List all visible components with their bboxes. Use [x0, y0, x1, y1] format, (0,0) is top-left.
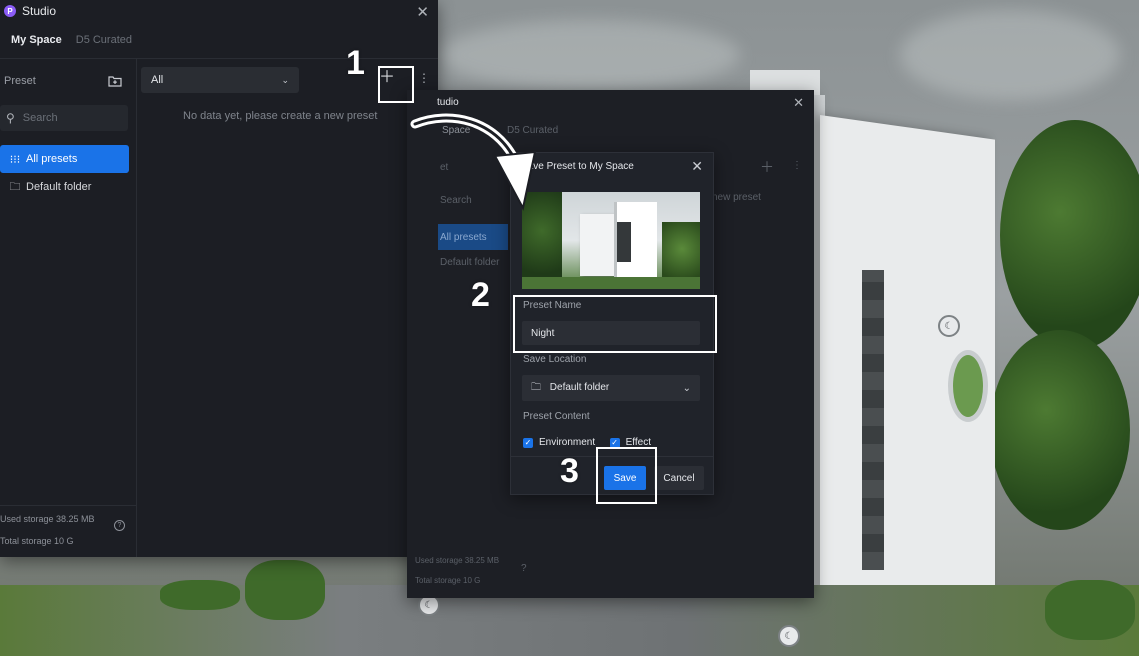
- annotation-number-2: 2: [471, 276, 490, 314]
- save-location-label: Save Location: [523, 354, 587, 365]
- chevron-down-icon: ⌄: [682, 382, 691, 394]
- annotation-number-3: 3: [560, 452, 579, 490]
- light-marker-icon[interactable]: ☾: [778, 625, 800, 647]
- search-input[interactable]: ⚲ Search: [0, 105, 128, 131]
- preset-sidebar: Preset ⚲ Search ⁝⁝⁝ All presets 🗀 Defaul…: [0, 58, 137, 557]
- sidebar-item-label: All presets: [440, 232, 487, 243]
- light-marker-icon[interactable]: ☾: [938, 315, 960, 337]
- checkbox-label: Environment: [539, 437, 596, 448]
- filter-value: All: [151, 74, 164, 86]
- empty-state-message: new preset: [712, 192, 761, 203]
- sidebar-item-all-presets[interactable]: ⁝⁝⁝ All presets: [0, 145, 129, 173]
- close-icon[interactable]: ✕: [691, 158, 703, 175]
- new-folder-icon[interactable]: [108, 75, 122, 87]
- annotation-box-2: [513, 295, 717, 353]
- grid-icon: ⁝⁝⁝: [9, 153, 21, 166]
- app-logo-icon: P: [4, 5, 16, 17]
- porthole-window: [948, 350, 988, 422]
- preset-content-label: Preset Content: [523, 411, 590, 422]
- cancel-button[interactable]: Cancel: [654, 466, 704, 490]
- storage-used: Used storage 38.25 MB: [0, 514, 95, 524]
- preset-section-title: Preset: [4, 74, 36, 87]
- annotation-box-3: [596, 447, 657, 504]
- sidebar-item-label: All presets: [26, 153, 78, 165]
- annotation-box-1: [378, 66, 414, 103]
- preset-content: All ⌄ ＋ ⋮ No data yet, please create a n…: [136, 58, 438, 557]
- close-icon[interactable]: ✕: [793, 95, 804, 111]
- sidebar-item-label: Default folder: [440, 257, 500, 268]
- storage-info: Used storage 38.25 MB Total storage 10 G…: [0, 505, 136, 557]
- folder-icon: 🗀: [9, 180, 21, 193]
- more-options-icon[interactable]: ⋮: [418, 72, 430, 84]
- studio-titlebar: P Studio ✕: [0, 0, 438, 22]
- empty-state-message: No data yet, please create a new preset: [183, 110, 378, 122]
- studio-title: tudio: [437, 97, 459, 108]
- sidebar-item-label: Default folder: [26, 181, 92, 193]
- tab-my-space[interactable]: My Space: [11, 34, 62, 46]
- studio-title: Studio: [22, 4, 57, 18]
- search-placeholder: Search: [22, 112, 58, 124]
- checkmark-icon: ✓: [523, 437, 533, 448]
- chevron-down-icon: ⌄: [281, 74, 289, 85]
- save-location-select[interactable]: 🗀 Default folder ⌄: [522, 375, 700, 401]
- storage-used: Used storage 38.25 MB: [415, 556, 500, 565]
- curved-arrow-icon: [410, 113, 537, 211]
- folder-icon: 🗀: [531, 381, 541, 393]
- add-preset-button[interactable]: ＋: [760, 157, 774, 177]
- storage-total: Total storage 10 G: [0, 536, 74, 546]
- storage-total: Total storage 10 G: [415, 576, 481, 585]
- more-options-icon[interactable]: ⋮: [792, 160, 802, 171]
- close-icon[interactable]: ✕: [416, 3, 429, 21]
- studio-panel: P Studio ✕ My Space D5 Curated Preset ⚲ …: [0, 0, 438, 557]
- save-location-value: Default folder: [549, 381, 610, 393]
- environment-checkbox[interactable]: ✓ Environment: [523, 437, 595, 448]
- search-icon: ⚲: [6, 111, 15, 125]
- filter-dropdown[interactable]: All ⌄: [141, 67, 299, 93]
- studio-tabs: My Space D5 Curated: [0, 22, 438, 59]
- sidebar-item-default-folder[interactable]: 🗀 Default folder: [0, 173, 129, 201]
- preset-thumbnail: [522, 192, 700, 289]
- annotation-number-1: 1: [346, 44, 365, 82]
- tab-d5-curated[interactable]: D5 Curated: [76, 34, 132, 46]
- checkmark-icon: ✓: [609, 437, 620, 448]
- help-icon[interactable]: ?: [114, 520, 125, 531]
- help-icon[interactable]: ?: [521, 563, 527, 574]
